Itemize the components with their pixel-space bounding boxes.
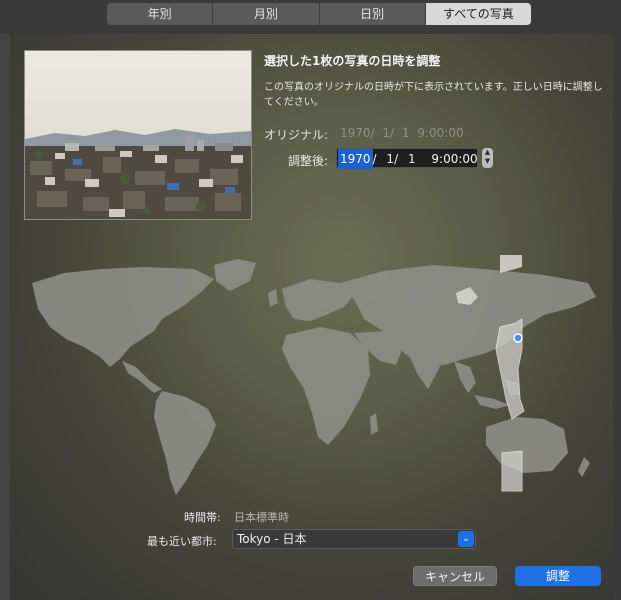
adjusted-label: 調整後: bbox=[288, 154, 329, 168]
tab-years[interactable]: 年別 bbox=[107, 3, 214, 25]
date-separator: / bbox=[394, 152, 399, 166]
cancel-button[interactable]: キャンセル bbox=[413, 566, 497, 586]
closest-city-label: 最も近い都市: bbox=[147, 535, 217, 548]
background-photo-edge-right bbox=[613, 34, 621, 600]
closest-city-select[interactable]: Tokyo - 日本 ⌄ bbox=[232, 529, 476, 549]
timezone-value: 日本標準時 bbox=[234, 511, 289, 524]
view-segmented-control: 年別 月別 日別 すべての写真 bbox=[107, 3, 531, 25]
day-segment[interactable]: 1 bbox=[408, 149, 416, 169]
date-separator: / bbox=[372, 152, 377, 166]
month-segment[interactable]: 1 bbox=[386, 149, 394, 169]
background-photo-edge bbox=[0, 34, 10, 600]
photo-thumbnail bbox=[24, 50, 252, 220]
chevron-down-icon[interactable]: ⌄ bbox=[458, 531, 474, 547]
year-segment[interactable]: 1970 bbox=[338, 149, 373, 169]
timezone-label: 時間帯: bbox=[184, 511, 221, 524]
closest-city-value: Tokyo - 日本 bbox=[237, 532, 307, 546]
original-date-value: 1970/ 1/ 1 9:00:00 bbox=[340, 126, 464, 140]
original-label: オリジナル: bbox=[264, 128, 329, 142]
adjust-button[interactable]: 調整 bbox=[515, 566, 601, 586]
tab-all-photos[interactable]: すべての写真 bbox=[425, 3, 531, 25]
tab-days[interactable]: 日別 bbox=[320, 3, 426, 25]
dialog-description: この写真のオリジナルの日時が下に表示されています。正しい日時に調整してください。 bbox=[264, 82, 603, 108]
location-pin-icon bbox=[513, 333, 523, 343]
time-segment[interactable]: 9:00:00 bbox=[431, 149, 477, 169]
dialog-title: 選択した1枚の写真の日時を調整 bbox=[264, 54, 441, 68]
stepper-icon[interactable]: ▲ ▼ bbox=[482, 148, 493, 168]
timezone-world-map[interactable] bbox=[24, 249, 604, 499]
adjusted-date-field[interactable]: 1970/ 1/ 1 9:00:00 bbox=[336, 148, 478, 169]
tab-months[interactable]: 月別 bbox=[213, 3, 320, 25]
adjust-date-time-sheet: 選択した1枚の写真の日時を調整 この写真のオリジナルの日時が下に表示されています… bbox=[10, 34, 613, 600]
